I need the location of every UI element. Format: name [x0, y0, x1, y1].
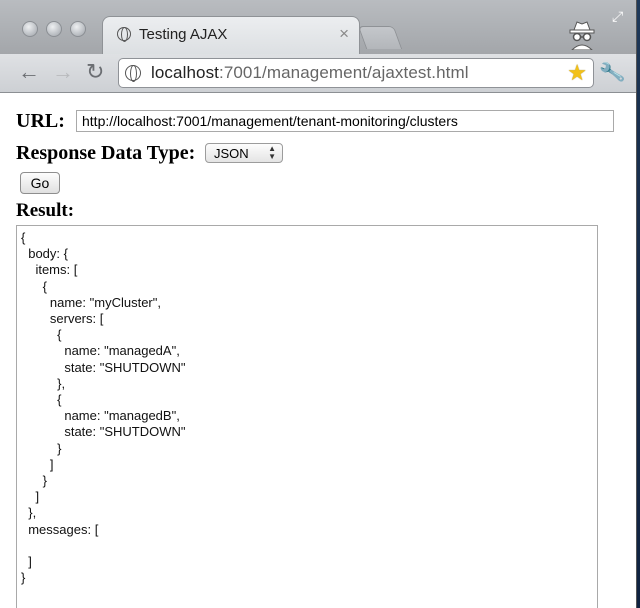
site-info-icon[interactable]	[125, 65, 141, 82]
browser-toolbar: ← → ↻ localhost:7001/management/ajaxtest…	[0, 54, 636, 93]
tab-testing-ajax[interactable]: Testing AJAX ×	[102, 16, 360, 55]
globe-icon	[117, 27, 131, 41]
new-tab-button[interactable]	[357, 26, 403, 49]
wrench-icon[interactable]: 🔧	[598, 58, 627, 87]
response-type-value: JSON	[214, 146, 249, 161]
tab-title: Testing AJAX	[139, 26, 228, 43]
address-bar[interactable]: localhost:7001/management/ajaxtest.html …	[118, 58, 594, 88]
tab-close-icon[interactable]: ×	[339, 24, 349, 44]
fullscreen-icon[interactable]: ⤢	[612, 8, 623, 25]
url-input[interactable]: http://localhost:7001/management/tenant-…	[76, 110, 614, 132]
address-host: localhost	[151, 63, 219, 82]
address-text[interactable]: localhost:7001/management/ajaxtest.html	[151, 63, 469, 83]
back-icon[interactable]: ←	[18, 60, 40, 84]
minimize-window-button[interactable]	[46, 21, 62, 37]
browser-window: Testing AJAX × ⤢ ← → ↻ localhost:7001/ma…	[0, 0, 637, 608]
title-bar: Testing AJAX × ⤢	[0, 0, 636, 55]
reload-icon[interactable]: ↻	[86, 60, 104, 84]
result-textarea[interactable]: { body: { items: [ { name: "myCluster", …	[16, 225, 598, 608]
response-type-select[interactable]: JSON ▲ ▼	[205, 143, 283, 163]
address-path: :7001/management/ajaxtest.html	[219, 63, 469, 82]
star-icon[interactable]: ★	[567, 60, 587, 86]
page-content: URL: http://localhost:7001/management/te…	[0, 93, 636, 608]
incognito-icon	[569, 21, 595, 50]
url-label: URL:	[16, 110, 65, 132]
select-arrows-icon: ▲ ▼	[268, 144, 276, 161]
result-label: Result:	[16, 200, 75, 221]
go-button[interactable]: Go	[20, 172, 60, 194]
zoom-window-button[interactable]	[70, 21, 86, 37]
response-type-label: Response Data Type:	[16, 142, 196, 164]
forward-icon[interactable]: →	[52, 60, 74, 84]
close-window-button[interactable]	[22, 21, 38, 37]
